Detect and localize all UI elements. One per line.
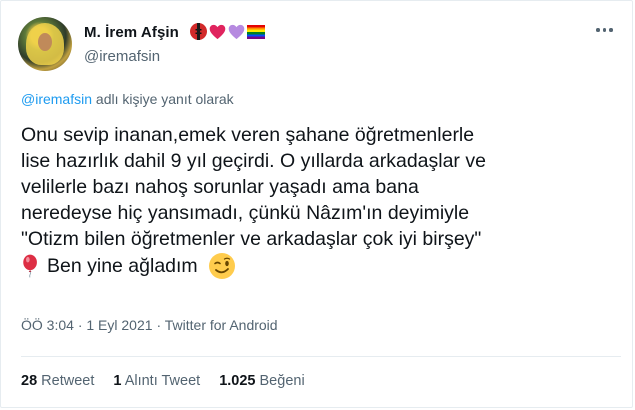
tweet-stats: 28 Retweet 1 Alıntı Tweet 1.025 Beğeni	[21, 373, 305, 389]
quotes-label: Alıntı Tweet	[124, 373, 201, 389]
divider	[21, 356, 621, 357]
tweet-line: "Otizm bilen öğretmenler ve arkadaşlar ç…	[21, 228, 482, 250]
red-heart-icon	[209, 24, 226, 40]
avatar[interactable]	[18, 17, 72, 71]
balloon-icon	[21, 254, 43, 278]
tweet-date: 1 Eyl 2021	[86, 317, 153, 333]
likes-stat[interactable]: 1.025 Beğeni	[219, 373, 304, 389]
tweet-last-text: Ben yine ağladım	[47, 255, 198, 277]
reply-context: @iremafsin adlı kişiye yanıt olarak	[21, 91, 234, 107]
tweet-line: lise hazırlık dahil 9 yıl geçirdi. O yıl…	[21, 150, 486, 172]
name-emojis	[190, 23, 265, 40]
author-handle[interactable]: @iremafsin	[84, 48, 160, 65]
tweet-line: Onu sevip inanan,emek veren şahane öğret…	[21, 124, 475, 146]
tweet-source-link[interactable]: Twitter for Android	[165, 317, 278, 333]
more-dot-icon	[596, 28, 600, 32]
retweets-label: Retweet	[41, 373, 95, 389]
purple-heart-icon	[228, 24, 245, 40]
tweet-line: neredeyse hiç yansımadı, çünkü Nâzım'ın …	[21, 202, 470, 224]
tweet-time: ÖÖ 3:04	[21, 317, 74, 333]
winking-face-icon	[208, 252, 236, 280]
quotes-count: 1	[113, 373, 122, 389]
tweet-last-line: Ben yine ağladım	[21, 252, 621, 280]
ladybug-icon	[190, 23, 207, 40]
rainbow-flag-icon	[247, 25, 265, 39]
likes-count: 1.025	[219, 373, 256, 389]
retweets-count: 28	[21, 373, 38, 389]
quote-tweets-stat[interactable]: 1 Alıntı Tweet	[113, 373, 200, 389]
tweet-time-link[interactable]: ÖÖ 3:04 · 1 Eyl 2021	[21, 317, 153, 333]
likes-label: Beğeni	[259, 373, 305, 389]
tweet-line: velilerle bazı nahoş sorunlar yaşadı ama…	[21, 176, 419, 198]
more-options-button[interactable]	[592, 24, 617, 36]
author-name[interactable]: M. İrem Afşin	[84, 24, 179, 41]
reply-suffix: adlı kişiye yanıt olarak	[92, 91, 234, 107]
more-dot-icon	[609, 28, 613, 32]
avatar-face	[38, 33, 52, 51]
meta-separator: ·	[77, 317, 83, 333]
tweet-card: M. İrem Afşin @iremafsin @iremafsin adlı…	[0, 0, 633, 408]
more-dot-icon	[602, 28, 606, 32]
tweet-text: Onu sevip inanan,emek veren şahane öğret…	[21, 122, 621, 280]
reply-mention-link[interactable]: @iremafsin	[21, 91, 92, 107]
tweet-meta: ÖÖ 3:04 · 1 Eyl 2021 · Twitter for Andro…	[21, 317, 278, 333]
retweets-stat[interactable]: 28 Retweet	[21, 373, 94, 389]
meta-separator: ·	[156, 317, 162, 333]
